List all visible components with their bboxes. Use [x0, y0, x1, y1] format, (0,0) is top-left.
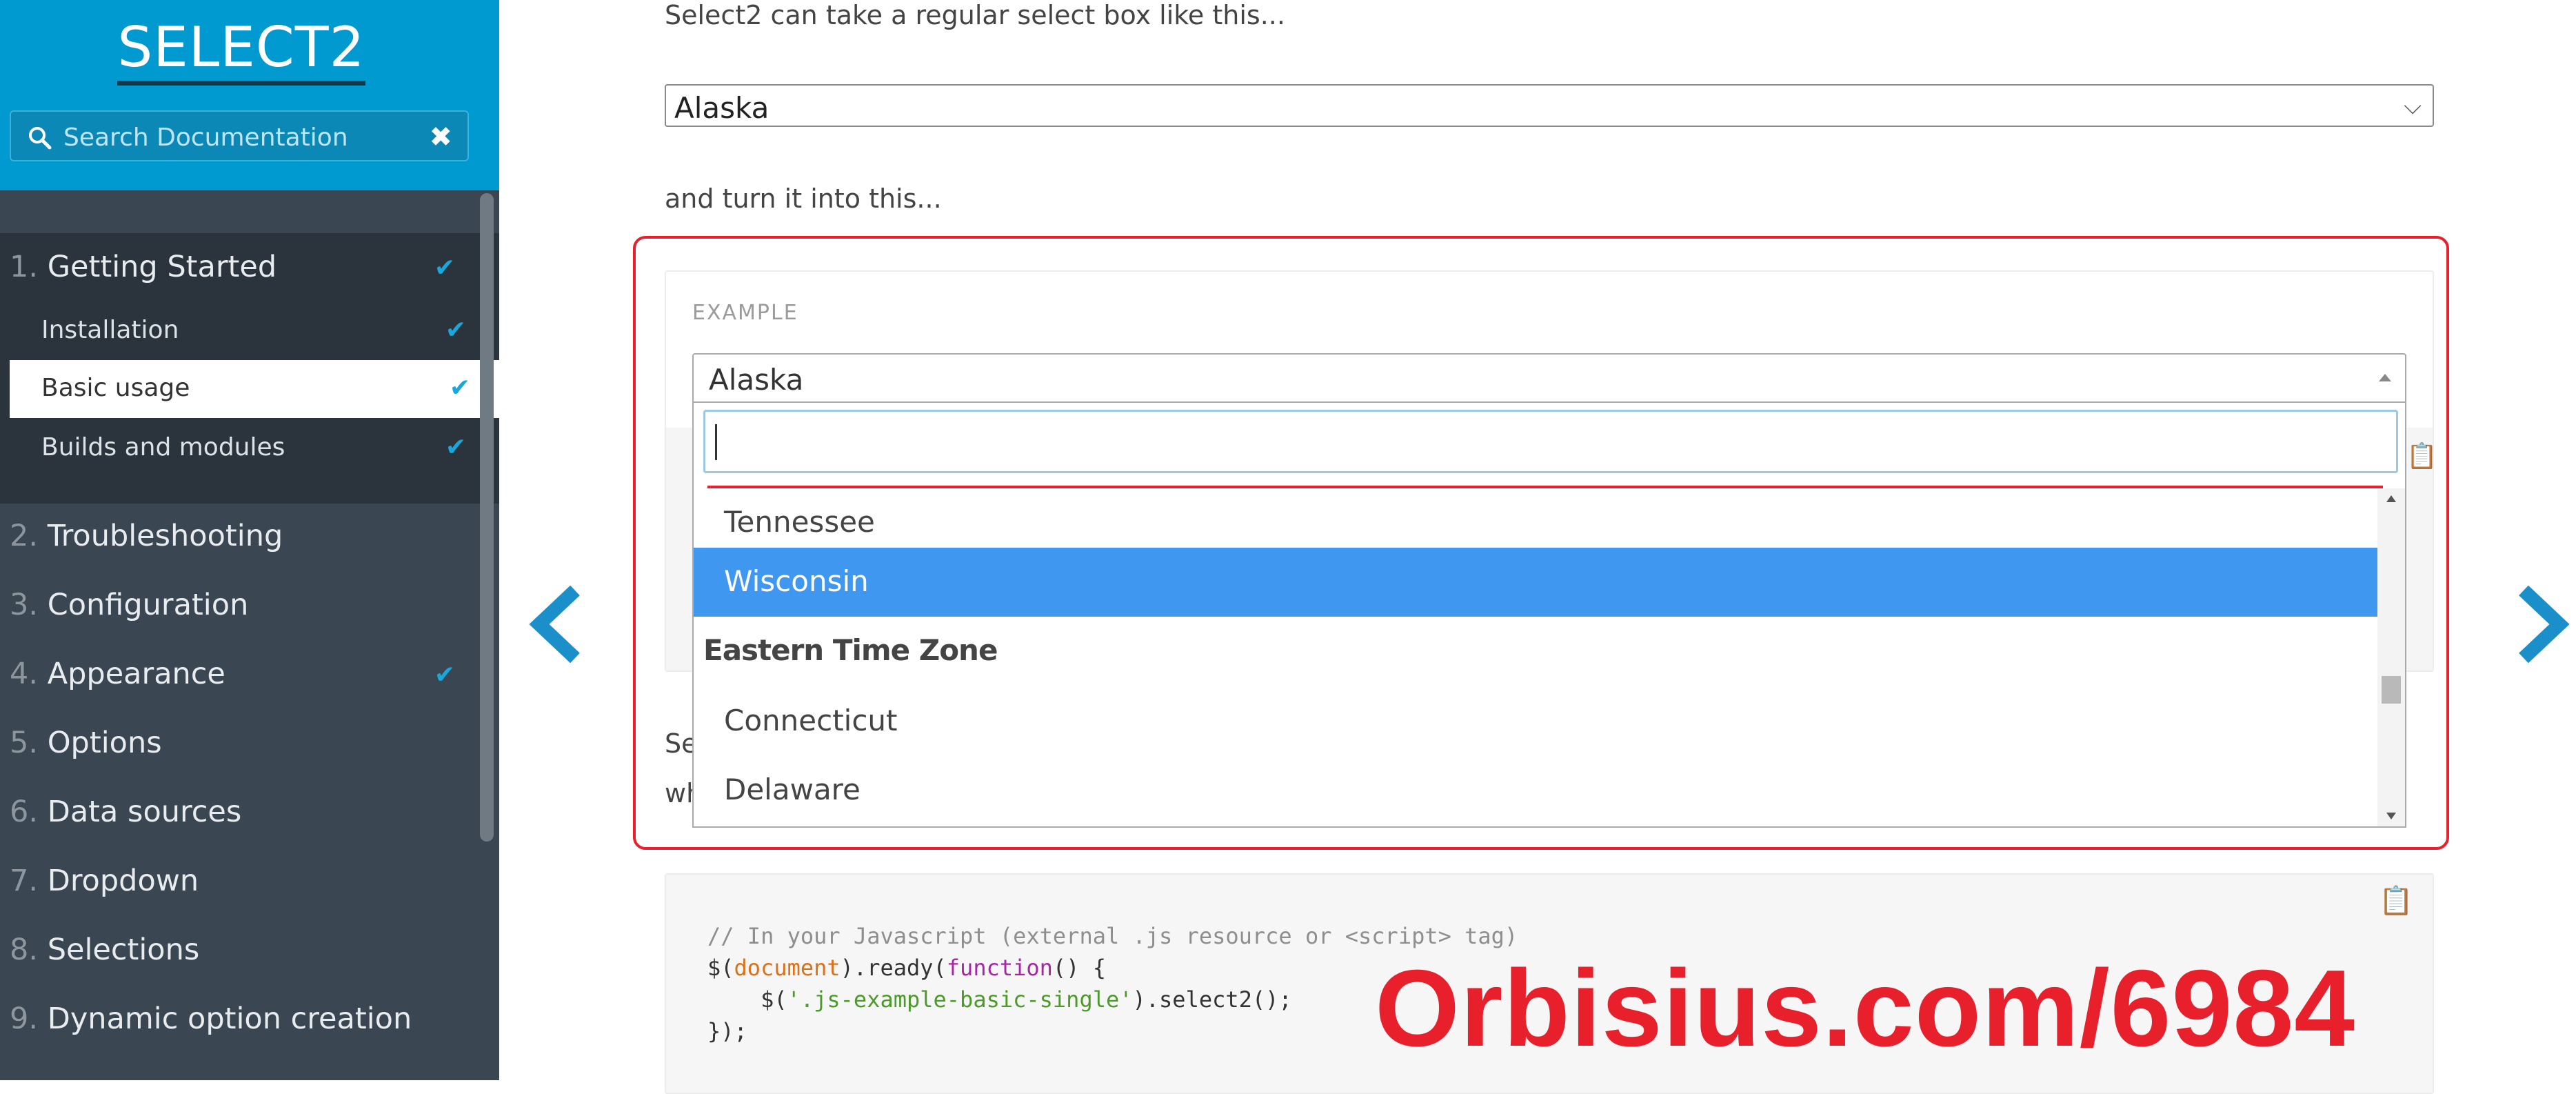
- check-icon: ✔: [434, 254, 455, 282]
- nav-num: 6.: [10, 795, 39, 829]
- intro-text: Select2 can take a regular select box li…: [665, 0, 1285, 30]
- code-token: $(: [707, 986, 787, 1013]
- nav-num: 3.: [10, 588, 39, 622]
- code-comment: // In your Javascript (external .js reso…: [707, 923, 1518, 949]
- native-select[interactable]: Alaska ⌵: [665, 84, 2434, 127]
- search-box[interactable]: Search Documentation ✖: [10, 110, 469, 161]
- search-icon: [29, 127, 52, 150]
- nav-num: 1.: [10, 250, 39, 284]
- brand-header: SELECT2 Search Documentation ✖: [0, 0, 499, 190]
- code-token: document: [734, 955, 841, 981]
- code-token: function: [946, 955, 1053, 981]
- check-icon: ✔: [445, 316, 466, 344]
- chevron-down-icon: ⌵: [2404, 92, 2422, 120]
- nav-label: Dynamic option creation: [47, 1002, 412, 1036]
- nav-label: Configuration: [47, 588, 249, 622]
- nav-num: 9.: [10, 1002, 39, 1036]
- nav-num: 7.: [10, 864, 39, 898]
- nav-sub-builds-modules[interactable]: Builds and modules ✔: [41, 433, 483, 461]
- nav-num: 2.: [10, 519, 39, 553]
- nav-label: Data sources: [47, 795, 242, 829]
- check-icon: ✔: [434, 661, 455, 689]
- code-token: ).ready(: [840, 955, 947, 981]
- nav-label: Getting Started: [47, 250, 277, 284]
- native-select-value: Alaska: [674, 91, 769, 125]
- nav-sub-installation[interactable]: Installation ✔: [41, 316, 483, 344]
- nav-label: Appearance: [47, 657, 225, 691]
- nav-sub-label: Basic usage: [41, 374, 190, 402]
- nav-sub-label: Builds and modules: [41, 433, 285, 461]
- nav-num: 5.: [10, 726, 39, 760]
- logo[interactable]: SELECT2: [0, 15, 483, 86]
- nav-label: Selections: [47, 933, 200, 967]
- code-token: '.js-example-basic-single': [787, 986, 1133, 1013]
- code-token: });: [707, 1018, 747, 1044]
- turn-text: and turn it into this...: [665, 183, 942, 214]
- nav-sub-basic-usage[interactable]: Basic usage ✔: [10, 360, 499, 418]
- nav-label: Troubleshooting: [47, 519, 283, 553]
- clipboard-icon[interactable]: 📋: [2379, 884, 2413, 917]
- close-icon[interactable]: ✖: [429, 121, 452, 153]
- nav-label: Options: [47, 726, 162, 760]
- sidebar: SELECT2 Search Documentation ✖ 1. Gettin…: [0, 0, 499, 1080]
- nav-sub-label: Installation: [41, 316, 179, 344]
- code-token: $(: [707, 955, 734, 981]
- nav-spacer: [0, 190, 499, 233]
- search-input[interactable]: Search Documentation: [63, 123, 348, 152]
- code-token: () {: [1052, 955, 1106, 981]
- check-icon: ✔: [449, 374, 470, 402]
- check-icon: ✔: [445, 433, 466, 461]
- sidebar-scrollbar[interactable]: [480, 193, 494, 842]
- chevron-right-icon[interactable]: [2515, 584, 2572, 665]
- nav-num: 4.: [10, 657, 39, 691]
- nav-num: 8.: [10, 933, 39, 967]
- code-token: ).select2();: [1132, 986, 1292, 1013]
- annotation-highlight-box: [633, 236, 2449, 850]
- watermark: Orbisius.com/6984: [1375, 948, 2356, 1069]
- chevron-left-icon[interactable]: [527, 584, 583, 665]
- nav-label: Dropdown: [47, 864, 199, 898]
